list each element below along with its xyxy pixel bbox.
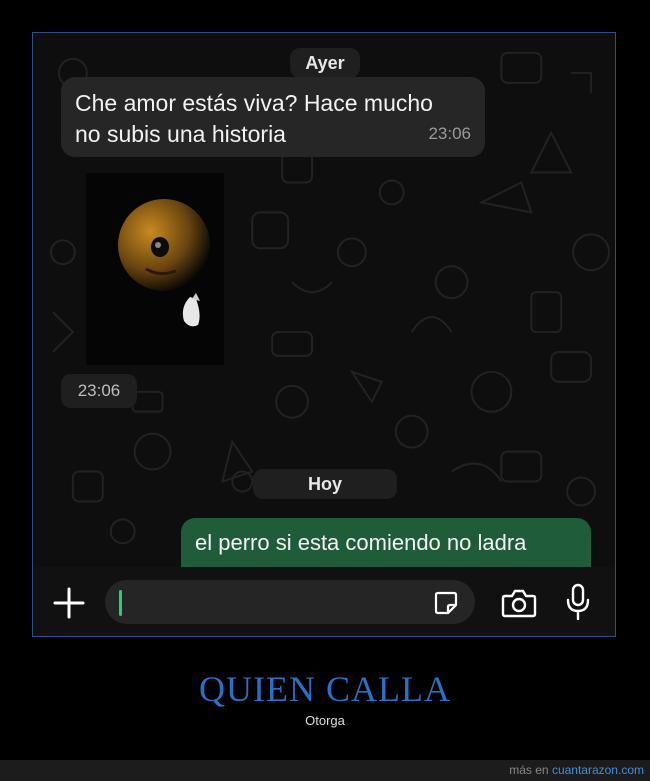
- microphone-icon[interactable]: [565, 583, 591, 621]
- outgoing-message-bubble[interactable]: el perro si esta comiendo no ladra: [181, 518, 591, 568]
- incoming-message-time: 23:06: [428, 124, 471, 143]
- sticker-icon[interactable]: [433, 590, 459, 616]
- footer-prefix: más en: [509, 763, 549, 777]
- incoming-message-bubble[interactable]: Che amor estás viva? Hace mucho no subis…: [61, 77, 485, 157]
- message-input-field[interactable]: [105, 580, 475, 624]
- image-time: 23:06: [61, 374, 137, 408]
- text-cursor: [119, 590, 122, 616]
- footer-credit: más en cuantarazon.com: [509, 763, 644, 777]
- message-input-bar: [33, 567, 615, 636]
- site-footer: más en cuantarazon.com: [0, 760, 650, 781]
- camera-icon[interactable]: [501, 588, 537, 618]
- date-separator-today: Hoy: [253, 469, 397, 499]
- meme-subtitle: Otorga: [305, 713, 345, 728]
- incoming-message-text: Che amor estás viva? Hace mucho no subis…: [75, 90, 433, 147]
- emoji-in-dark-image: [86, 173, 224, 365]
- plus-icon[interactable]: [53, 587, 85, 619]
- chat-screenshot: Ayer Che amor estás viva? Hace mucho no …: [32, 32, 616, 637]
- outgoing-message-text: el perro si esta comiendo no ladra: [195, 530, 527, 555]
- received-image[interactable]: [86, 173, 224, 365]
- date-separator-yesterday: Ayer: [290, 48, 360, 78]
- site-link[interactable]: cuantarazon.com: [552, 763, 644, 777]
- meme-title: QUIEN CALLA: [199, 669, 451, 709]
